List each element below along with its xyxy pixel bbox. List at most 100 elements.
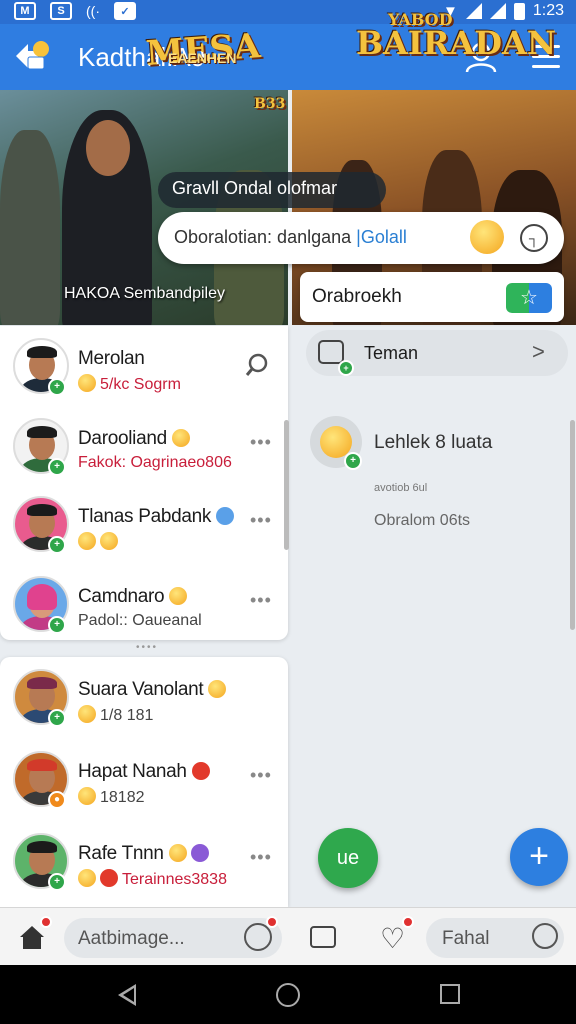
chat-item[interactable]: + Merolan 5/kc Sogrm [0, 330, 288, 410]
chat-preview: Terainnes3838 [78, 869, 227, 889]
emoji-icon [169, 587, 188, 605]
chat-name: Tlanas Pabdank [78, 506, 238, 528]
more-icon[interactable]: ••• [250, 590, 272, 611]
chat-preview [78, 532, 122, 552]
chat-name: Camdnaro [78, 586, 191, 608]
emoji-icon [168, 844, 187, 862]
online-badge: + [48, 709, 66, 727]
more-icon[interactable]: ••• [250, 432, 272, 453]
chat-item[interactable]: + Camdnaro Padol:: Oaueanal ••• [0, 568, 288, 648]
signal-icon-2 [489, 3, 506, 19]
home-icon[interactable] [18, 924, 46, 950]
status-time: 1:23 [532, 2, 564, 19]
right-item-title: Lehlek 8 luata [374, 432, 493, 453]
chat-preview: 1/8 181 [78, 705, 153, 725]
thumbs-up-icon [78, 532, 96, 550]
emoji-icon [208, 680, 227, 698]
chat-preview: Fakok: Oagrinaeo806 [78, 454, 232, 471]
drag-handle-icon[interactable]: •••• [136, 643, 170, 653]
notification-dot [40, 916, 52, 928]
chat-item[interactable]: + Suara Vanolant 1/8 181 [0, 661, 288, 741]
search-pill-accent: |Golall [356, 227, 407, 247]
message-input-placeholder: Aatbimage... [78, 928, 185, 949]
banner-card-text: Orabroekh [312, 286, 402, 307]
star-button[interactable]: ☆ [506, 283, 552, 313]
clock-icon[interactable]: ┐ [520, 224, 548, 252]
fahal-label: Fahal [442, 928, 490, 949]
chat-list: + Merolan 5/kc Sogrm + Darooliand Fakok:… [0, 326, 288, 640]
banner-figure [0, 130, 60, 325]
chat-preview: Padol:: Oaueanal [78, 612, 202, 629]
tooltip: Gravll Ondal olofmar [158, 172, 386, 208]
teman-row[interactable]: + Teman > [306, 330, 568, 376]
emoji-icon [171, 429, 190, 447]
online-badge: + [48, 873, 66, 891]
emoji-icon [216, 507, 235, 525]
recent-apps-icon[interactable] [440, 984, 460, 1004]
emoji-icon [78, 705, 96, 723]
logo-icon[interactable] [14, 39, 52, 73]
status-bar: M S ((· ✓ ▼ 1:23 [0, 0, 576, 24]
online-badge: + [48, 458, 66, 476]
emoji-icon[interactable] [470, 220, 504, 254]
add-button[interactable]: + [510, 828, 568, 886]
search-pill-text: Oboralotian: danlgana [174, 227, 352, 247]
chat-list: + Suara Vanolant 1/8 181 ● Hapat Nanah 1… [0, 657, 288, 907]
chat-square-icon [318, 340, 344, 364]
banner-left-corner: B33 [254, 96, 286, 112]
heart-icon[interactable]: ♡ [380, 922, 405, 955]
bottom-bar: Aatbimage... ♡ Fahal [0, 907, 576, 965]
more-icon[interactable]: ••• [250, 510, 272, 531]
chat-name: Hapat Nanah [78, 761, 214, 783]
emoji-icon [190, 844, 209, 862]
more-icon[interactable]: ••• [250, 765, 272, 786]
online-badge: + [48, 616, 66, 634]
wifi-signal-icon: ((· [86, 3, 100, 19]
chat-item[interactable]: + Tlanas Pabdank ••• [0, 488, 288, 568]
banner-right-title: BAIRADAN [356, 24, 557, 62]
shield-icon: S [50, 2, 72, 20]
online-badge: + [48, 378, 66, 396]
chat-name: Merolan [78, 348, 145, 369]
mail-icon: M [14, 2, 36, 20]
signal-icon [465, 3, 482, 19]
heart-emoji-icon [191, 762, 210, 780]
banner-left-subtitle: EAENHEN [168, 50, 237, 66]
chat-item[interactable]: ● Hapat Nanah 18182 ••• [0, 743, 288, 823]
green-action-button[interactable]: ue [318, 828, 378, 888]
chevron-right-icon: > [532, 339, 545, 364]
system-nav-bar [0, 965, 576, 1024]
chat-item[interactable]: + Darooliand Fakok: Oagrinaeo806 ••• [0, 410, 288, 490]
banner-figure [86, 120, 130, 176]
emoji-icon [78, 787, 96, 805]
banner-caption: HAKOA Sembandpiley [64, 285, 225, 302]
chat-name: Darooliand [78, 428, 194, 450]
chat-name: Rafe Tnnn [78, 843, 213, 865]
image-icon: ✓ [114, 2, 136, 20]
scrollbar[interactable] [570, 420, 575, 630]
chat-preview: 5/kc Sogrm [78, 374, 181, 394]
emoji-icon [78, 374, 96, 392]
emoji-icon[interactable] [532, 923, 558, 949]
back-icon-inner [123, 988, 134, 1002]
online-badge: + [344, 452, 362, 470]
chat-item[interactable]: + Rafe Tnnn Terainnes3838 ••• [0, 825, 288, 905]
search-icon[interactable] [244, 352, 270, 378]
notification-dot [402, 916, 414, 928]
emoji-icon [100, 869, 118, 887]
more-icon[interactable]: ••• [250, 847, 272, 868]
chat-preview: 18182 [78, 787, 145, 807]
emoji-icon [78, 869, 96, 887]
emoji-icon[interactable] [244, 923, 272, 951]
online-badge: + [48, 536, 66, 554]
scrollbar[interactable] [284, 420, 289, 550]
emoji-icon [100, 532, 118, 550]
right-item-status: Obralom 06ts [374, 512, 471, 529]
battery-icon [513, 2, 525, 20]
sticker-icon[interactable] [310, 926, 336, 948]
online-badge: + [338, 360, 354, 376]
home-nav-icon[interactable] [276, 983, 300, 1007]
chat-name: Suara Vanolant [78, 679, 230, 701]
right-item-subtitle: avotiob 6ul [374, 482, 428, 494]
teman-label: Teman [364, 343, 419, 363]
